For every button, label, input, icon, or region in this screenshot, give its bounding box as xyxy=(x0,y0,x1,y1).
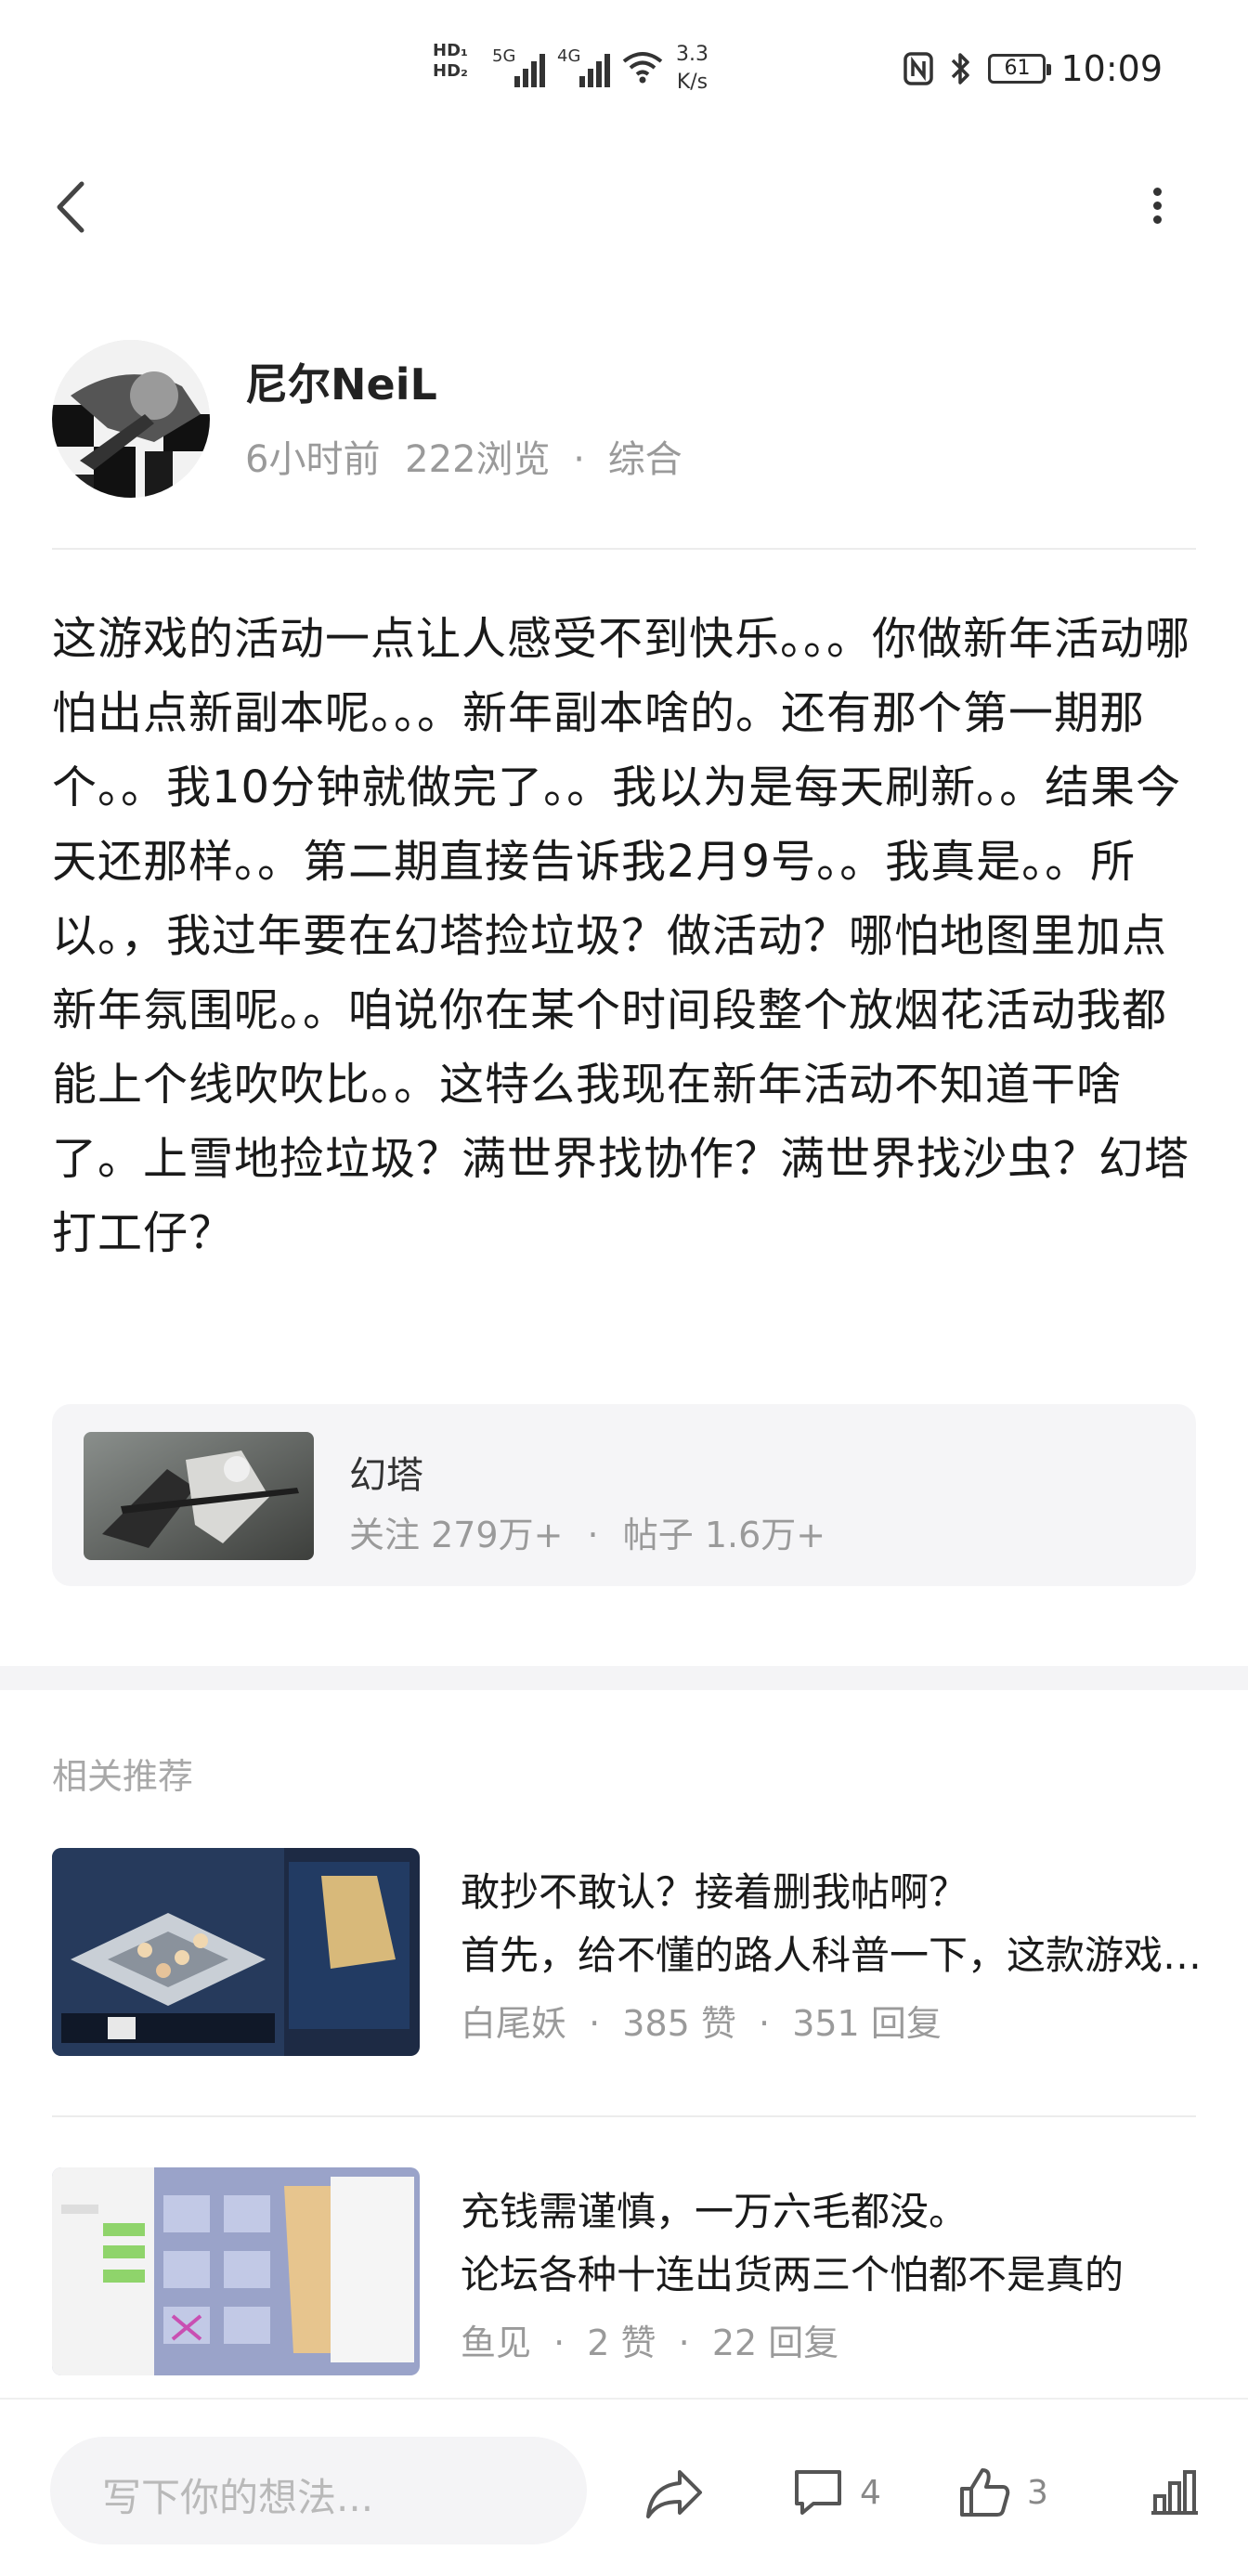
clock: 10:09 xyxy=(1060,48,1163,89)
community-followers: 关注 279万+ xyxy=(349,1515,564,1555)
comment-count: 4 xyxy=(860,2473,881,2512)
meta-separator: · xyxy=(573,438,585,481)
like-button[interactable]: 3 xyxy=(956,2455,1048,2530)
battery-indicator: 61 xyxy=(988,54,1052,84)
signal-1-icon xyxy=(514,45,548,87)
community-posts: 帖子 1.6万+ xyxy=(622,1515,826,1555)
bluetooth-icon xyxy=(952,53,970,85)
related-title: 充钱需谨慎，一万六毛都没。 xyxy=(461,2189,968,2234)
related-item[interactable]: 敢抄不敢认？接着删我帖啊？ 首先，给不懂的路人科普一下，这款游戏是幻塔的新年活动… xyxy=(52,1848,1203,2056)
hd1-label: HD₁ xyxy=(433,41,468,60)
comment-icon xyxy=(795,2470,841,2515)
related-item[interactable]: 充钱需谨慎，一万六毛都没。 论坛各种十连出货两三个怕都不是真的 鱼见 · 2 赞… xyxy=(52,2167,1196,2375)
info-separator: · xyxy=(589,2003,601,2044)
info-separator: · xyxy=(678,2322,690,2363)
thumbs-up-icon xyxy=(960,2468,1010,2517)
author-name[interactable]: 尼尔NeiL xyxy=(245,351,437,412)
chevron-left-icon xyxy=(57,181,84,233)
stats-separator: · xyxy=(587,1515,599,1555)
signal-2-icon xyxy=(579,45,613,87)
related-desc: 首先，给不懂的路人科普一下，这款游戏是幻塔的新年活动 xyxy=(461,1932,1203,1978)
post-time: 6小时前 xyxy=(245,438,381,481)
status-bar: HD₁ HD₂ 5G 4G 3.3 K/s 61 10:09 xyxy=(0,0,1248,139)
network-4g-label: 4G xyxy=(557,46,581,66)
community-image xyxy=(84,1432,314,1560)
related-author: 鱼见 xyxy=(461,2322,532,2363)
section-gap xyxy=(0,1666,1248,1690)
avatar-image xyxy=(52,340,210,498)
post-body: 这游戏的活动一点让人感受不到快乐。。。你做新年活动哪怕出点新副本呢。。。新年副本… xyxy=(52,613,1191,1259)
related-author: 白尾妖 xyxy=(461,2003,567,2044)
comment-input[interactable]: 写下你的想法... xyxy=(50,2437,587,2544)
related-likes: 385 赞 xyxy=(622,2003,736,2044)
avatar[interactable] xyxy=(52,340,210,498)
bar-chart-icon xyxy=(1151,2470,1198,2515)
more-vertical-icon xyxy=(1138,188,1176,224)
stats-button[interactable] xyxy=(1146,2455,1202,2530)
speed-value: 3.3 xyxy=(676,43,708,66)
post-meta: 6小时前 222浏览 · 综合 xyxy=(245,429,682,483)
related-likes: 2 赞 xyxy=(587,2322,656,2363)
battery-level: 61 xyxy=(1004,57,1031,80)
network-speed: 3.3 K/s xyxy=(676,41,708,97)
related-title: 敢抄不敢认？接着删我帖啊？ xyxy=(461,1869,968,1915)
wifi-icon xyxy=(622,52,663,84)
view-count: 222浏览 xyxy=(405,438,551,481)
info-separator: · xyxy=(553,2322,566,2363)
hd2-label: HD₂ xyxy=(433,61,468,81)
community-name: 幻塔 xyxy=(349,1454,423,1497)
network-5g-label: 5G xyxy=(492,46,516,66)
comment-button[interactable]: 4 xyxy=(791,2455,881,2530)
related-desc: 论坛各种十连出货两三个怕都不是真的 xyxy=(461,2252,1124,2297)
related-thumbnail xyxy=(52,1848,420,2056)
divider xyxy=(52,2115,1196,2117)
community-card[interactable]: 幻塔 关注 279万+ · 帖子 1.6万+ xyxy=(52,1404,1196,1586)
more-options-button[interactable] xyxy=(1138,182,1176,238)
speed-unit: K/s xyxy=(676,71,708,94)
related-section-title: 相关推荐 xyxy=(52,1756,194,1797)
community-thumbnail xyxy=(84,1432,314,1560)
back-button[interactable] xyxy=(48,175,95,240)
related-replies: 351 回复 xyxy=(792,2003,942,2044)
info-separator: · xyxy=(759,2003,771,2044)
community-stats: 关注 279万+ · 帖子 1.6万+ xyxy=(349,1506,826,1557)
comment-input-placeholder: 写下你的想法... xyxy=(102,2475,374,2520)
related-image-1 xyxy=(52,1848,420,2056)
related-image-2 xyxy=(52,2167,420,2375)
related-info: 白尾妖 · 385 赞 · 351 回复 xyxy=(461,1995,942,2046)
share-icon xyxy=(646,2470,702,2518)
like-count: 3 xyxy=(1027,2473,1048,2512)
related-thumbnail xyxy=(52,2167,420,2375)
hd-indicator: HD₁ HD₂ xyxy=(433,41,468,82)
related-info: 鱼见 · 2 赞 · 22 回复 xyxy=(461,2314,838,2365)
share-button[interactable] xyxy=(644,2455,706,2530)
post-category[interactable]: 综合 xyxy=(608,438,682,481)
divider xyxy=(52,548,1196,550)
nfc-icon xyxy=(904,52,934,85)
related-replies: 22 回复 xyxy=(711,2322,839,2363)
bottom-action-bar: 写下你的想法... 4 3 xyxy=(0,2398,1248,2576)
